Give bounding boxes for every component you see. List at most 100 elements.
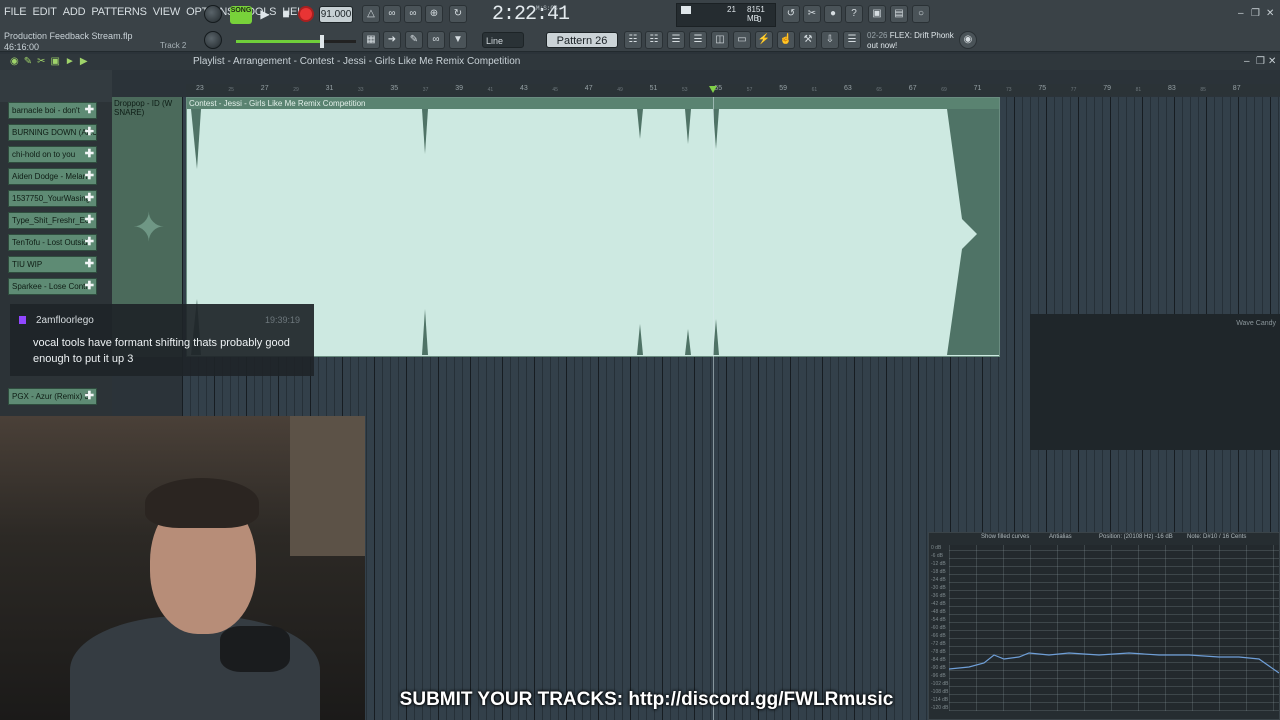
piano-roll-icon[interactable]: ▦ bbox=[362, 31, 380, 49]
add-icon[interactable]: ✚ bbox=[85, 257, 94, 272]
list-icon[interactable]: ☰ bbox=[843, 31, 861, 49]
timeline-ruler[interactable]: 23 25 27 29 31 33 35 37 39 41 43 45 47 49 51 53 55 57 59 61… bbox=[186, 84, 1280, 96]
playlist-tool-icons[interactable]: ◉✎✂▣►▶ bbox=[10, 56, 93, 67]
master-volume-handle[interactable] bbox=[320, 35, 324, 48]
pattern-selector[interactable]: Pattern 26 bbox=[546, 32, 618, 48]
pattern-item[interactable]: Aiden Dodge - Melan ✚ bbox=[8, 168, 97, 185]
snap-select[interactable]: Line bbox=[482, 32, 524, 48]
cpu-monitor: 21 8151 MB 0 bbox=[676, 3, 776, 27]
ruler-label: 27 bbox=[260, 85, 269, 92]
add-icon[interactable]: ✚ bbox=[85, 147, 94, 162]
hint-panel[interactable]: 02-26 FLEX: Drift Phonk out now! bbox=[867, 31, 954, 51]
add-icon[interactable]: ✚ bbox=[85, 235, 94, 250]
analyzer-y-label: -78 dB bbox=[931, 649, 946, 655]
brush-icon[interactable]: ✎ bbox=[405, 31, 423, 49]
plugin-icon[interactable]: ▤ bbox=[890, 5, 908, 23]
pattern-item[interactable]: 1537750_YourWasing ✚ bbox=[8, 190, 97, 207]
add-icon[interactable]: ✚ bbox=[85, 103, 94, 118]
plug-icon[interactable]: ⚡ bbox=[755, 31, 773, 49]
link-icon[interactable]: ∞ bbox=[427, 31, 445, 49]
menu-patterns[interactable]: PATTERNS bbox=[91, 6, 147, 18]
download-icon[interactable]: ⇩ bbox=[821, 31, 839, 49]
main-volume-knob[interactable] bbox=[204, 31, 222, 49]
song-position-marker[interactable] bbox=[709, 86, 717, 93]
analyzer-y-label: -90 dB bbox=[931, 665, 946, 671]
pattern-label: barnacle boi - don't bbox=[12, 106, 80, 115]
pattern-item[interactable]: TIU WIP ✚ bbox=[8, 256, 97, 273]
loop-record-icon[interactable]: ↻ bbox=[449, 5, 467, 23]
wait-input-icon[interactable]: ∞ bbox=[383, 5, 401, 23]
fl-studio-window: FILE EDIT ADD PATTERNS VIEW OPTIONS TOOL… bbox=[0, 0, 1280, 720]
touch-icon[interactable]: ☝ bbox=[777, 31, 795, 49]
undo-icon[interactable]: ↺ bbox=[782, 5, 800, 23]
antialias-checkbox[interactable]: Antialias bbox=[1049, 534, 1072, 540]
master-volume-slider[interactable] bbox=[236, 35, 356, 48]
globe-icon[interactable]: ◉ bbox=[959, 31, 977, 49]
faders-icon[interactable]: ☰ bbox=[689, 31, 707, 49]
help-icon[interactable]: ? bbox=[845, 5, 863, 23]
song-mode-label: SONG bbox=[230, 7, 252, 14]
playlist-restore-icon[interactable]: ❐ bbox=[1256, 56, 1265, 67]
analyzer-y-label: -18 dB bbox=[931, 569, 946, 575]
record-button[interactable] bbox=[298, 6, 314, 22]
add-icon[interactable]: ✚ bbox=[85, 125, 94, 140]
add-icon[interactable]: ✚ bbox=[85, 191, 94, 206]
add-icon[interactable]: ✚ bbox=[85, 169, 94, 184]
project-filename: Production Feedback Stream.flp bbox=[4, 31, 133, 41]
song-mode-switch[interactable]: SONG bbox=[230, 6, 252, 24]
playhead-line bbox=[713, 97, 714, 720]
pattern-item[interactable]: BURNING DOWN (AKU ✚ bbox=[8, 124, 97, 141]
ruler-label: 85 bbox=[1200, 87, 1206, 93]
stamp-icon[interactable]: ▼ bbox=[449, 31, 467, 49]
mic-icon[interactable]: ● bbox=[824, 5, 842, 23]
minimize-icon[interactable]: – bbox=[1238, 8, 1244, 19]
arrow-icon[interactable]: ➜ bbox=[383, 31, 401, 49]
playlist-icon[interactable]: ☰ bbox=[667, 31, 685, 49]
analyzer-y-label: -114 dB bbox=[931, 697, 949, 703]
pattern-item[interactable]: Type_Shit_Freshr_Ec ✚ bbox=[8, 212, 97, 229]
track-icon: ✦ bbox=[132, 206, 166, 250]
close-icon[interactable]: ✕ bbox=[1266, 8, 1274, 19]
play-icon: ▶ bbox=[260, 7, 270, 21]
pattern-item[interactable]: chi-hold on to you ✚ bbox=[8, 146, 97, 163]
chat-icon[interactable]: ○ bbox=[912, 5, 930, 23]
metronome-icon[interactable]: △ bbox=[362, 5, 380, 23]
ruler-label: 67 bbox=[908, 85, 917, 92]
menu-file[interactable]: FILE bbox=[4, 6, 27, 18]
add-icon[interactable]: ✚ bbox=[85, 279, 94, 294]
pattern-item[interactable]: PGX - Azur (Remix) 3 ✚ bbox=[8, 388, 97, 405]
spectrum-curve bbox=[948, 652, 1280, 674]
pattern-item[interactable]: TenTofu - Lost Outsid ✚ bbox=[8, 234, 97, 251]
ruler-label: 63 bbox=[844, 85, 852, 92]
analyzer-y-label: -72 dB bbox=[931, 641, 946, 647]
menu-edit[interactable]: EDIT bbox=[32, 6, 56, 18]
tempo-display[interactable]: 91.000 bbox=[319, 6, 353, 23]
ruler-label: 39 bbox=[455, 85, 463, 92]
add-icon[interactable]: ✚ bbox=[85, 213, 94, 228]
menu-add[interactable]: ADD bbox=[63, 6, 86, 18]
browser-icon[interactable]: ◫ bbox=[711, 31, 729, 49]
pattern-item[interactable]: barnacle boi - don't ✚ bbox=[8, 102, 97, 119]
tools-icon[interactable]: ⚒ bbox=[799, 31, 817, 49]
restore-icon[interactable]: ❐ bbox=[1251, 8, 1260, 19]
mixer-icon[interactable]: ☷ bbox=[624, 31, 642, 49]
stop-button[interactable]: ■ bbox=[277, 5, 295, 23]
pattern-item[interactable]: Sparkee - Lose Contr ✚ bbox=[8, 278, 97, 295]
play-button[interactable]: ▶ bbox=[256, 5, 274, 23]
pattern-label: Sparkee - Lose Contr bbox=[12, 282, 89, 291]
menu-view[interactable]: VIEW bbox=[153, 6, 181, 18]
main-pitch-knob[interactable] bbox=[204, 5, 222, 23]
cut-icon[interactable]: ✂ bbox=[803, 5, 821, 23]
file-icon[interactable]: ▭ bbox=[733, 31, 751, 49]
channel-rack-icon[interactable]: ☷ bbox=[645, 31, 663, 49]
show-filled-checkbox[interactable]: Show filled curves bbox=[981, 534, 1029, 540]
save-icon[interactable]: ▣ bbox=[868, 5, 886, 23]
picker-header bbox=[0, 70, 112, 102]
ruler-label: 59 bbox=[779, 85, 787, 92]
add-icon[interactable]: ✚ bbox=[85, 389, 94, 404]
playlist-close-icon[interactable]: ✕ bbox=[1268, 56, 1276, 67]
blend-notes-icon[interactable]: ⊕ bbox=[425, 5, 443, 23]
song-position-clock: 2:22:41 M:S:CS bbox=[492, 3, 570, 26]
countdown-icon[interactable]: ∞ bbox=[404, 5, 422, 23]
playlist-minimize-icon[interactable]: – bbox=[1244, 56, 1250, 67]
